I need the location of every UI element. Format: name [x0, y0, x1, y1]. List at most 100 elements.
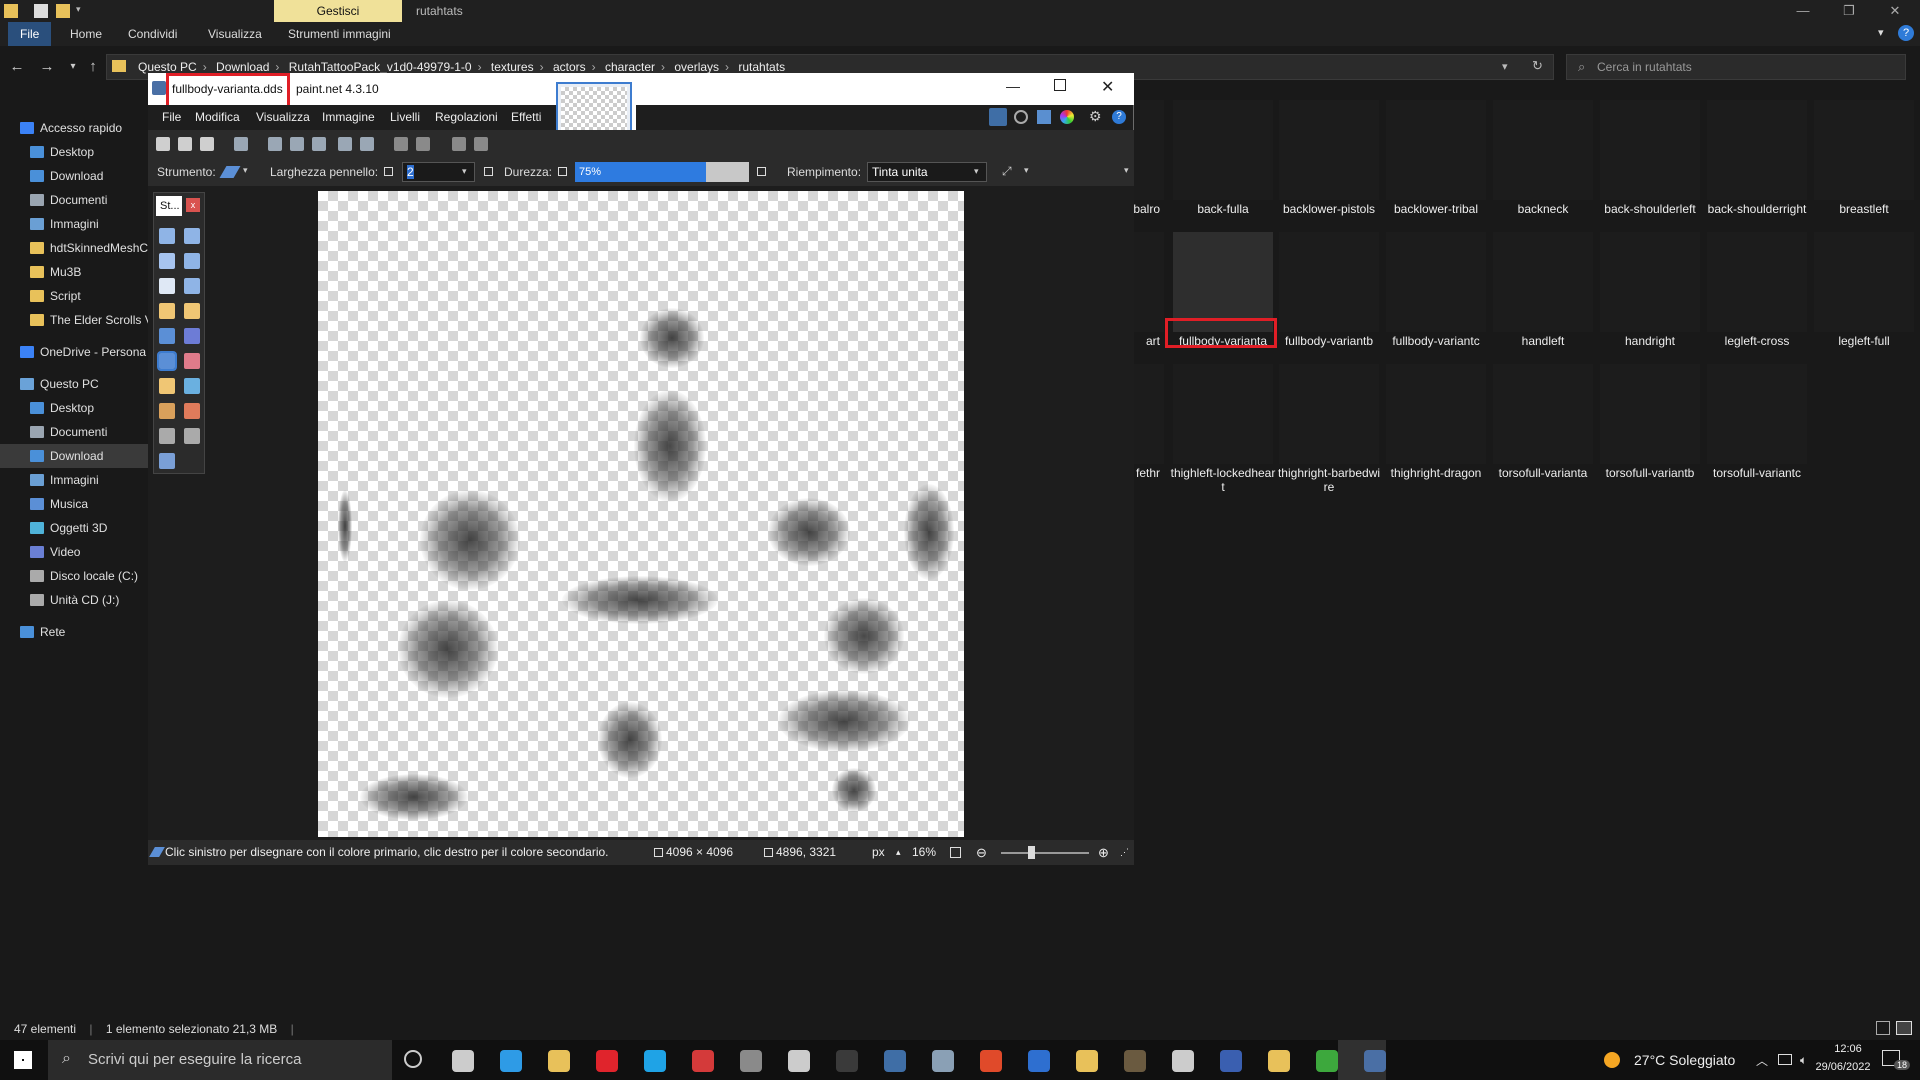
tools-window-icon[interactable] — [989, 108, 1007, 126]
toolbar-overflow-icon[interactable]: ▾ — [1124, 165, 1129, 176]
minimize-icon[interactable]: — — [1780, 0, 1826, 22]
tab-visualizza[interactable]: Visualizza — [198, 22, 272, 46]
sidebar-item-script[interactable]: Script — [0, 284, 150, 308]
zoom-slider[interactable] — [1001, 852, 1089, 854]
menu-file[interactable]: File — [162, 105, 181, 130]
new-image-icon[interactable] — [156, 137, 170, 151]
menu-regolazioni[interactable]: Regolazioni — [435, 105, 498, 130]
widgets-icon[interactable] — [452, 1050, 474, 1072]
help-icon[interactable]: ? — [1112, 110, 1126, 124]
zoom-icon[interactable] — [184, 278, 200, 294]
up-arrow-icon[interactable]: ↑ — [82, 56, 104, 78]
breadcrumb-item[interactable]: rutahtats — [738, 60, 785, 74]
fill-select[interactable]: Tinta unita — [867, 162, 987, 182]
menu-modifica[interactable]: Modifica — [195, 105, 240, 130]
move-selected-icon[interactable] — [184, 253, 200, 269]
zoom-slider-thumb[interactable] — [1028, 846, 1035, 859]
layers-icon[interactable] — [1037, 110, 1051, 124]
weather-text[interactable]: 27°C Soleggiato — [1634, 1050, 1735, 1070]
paste-icon[interactable] — [312, 137, 326, 151]
new-folder-icon[interactable] — [56, 4, 70, 18]
sidebar-item-unit-cd-j-[interactable]: Unità CD (J:) — [0, 588, 150, 612]
menu-visualizza[interactable]: Visualizza — [256, 105, 310, 130]
clock-time[interactable]: 12:06 — [1818, 1043, 1878, 1055]
settings-gear-icon[interactable]: ⚙ — [1089, 108, 1102, 125]
sidebar-item-questo-pc[interactable]: Questo PC — [0, 372, 150, 396]
restore-icon[interactable]: ❐ — [1826, 0, 1872, 22]
tab-strumenti-immagini[interactable]: Strumenti immagini — [278, 22, 401, 46]
sidebar-item-mu3b[interactable]: Mu3B — [0, 260, 150, 284]
file-item[interactable]: handright — [1597, 232, 1703, 360]
sidebar-item-onedrive-persona[interactable]: OneDrive - Persona — [0, 340, 150, 364]
cut-icon[interactable] — [268, 137, 282, 151]
help-icon[interactable]: ? — [1898, 25, 1914, 41]
sidebar-item-hdtskinnedmeshc[interactable]: hdtSkinnedMeshC — [0, 236, 150, 260]
sidebar-item-immagini[interactable]: Immagini — [0, 212, 150, 236]
rulers-icon[interactable] — [474, 137, 488, 151]
forward-arrow-icon[interactable]: → — [36, 56, 58, 78]
app-icon[interactable] — [884, 1050, 906, 1072]
menu-livelli[interactable]: Livelli — [390, 105, 420, 130]
close-icon[interactable]: ✕ — [1101, 77, 1114, 97]
opera-icon[interactable] — [596, 1050, 618, 1072]
file-item[interactable]: back-fulla — [1170, 100, 1276, 228]
lasso-select-icon[interactable] — [159, 253, 175, 269]
ellipse-select-icon[interactable] — [159, 278, 175, 294]
brush-width-dropdown-icon[interactable]: ▾ — [462, 166, 467, 177]
file-item[interactable]: balro — [1130, 100, 1164, 228]
clock-date[interactable]: 29/06/2022 — [1798, 1061, 1888, 1073]
recolor-icon[interactable] — [184, 403, 200, 419]
app-icon[interactable] — [1124, 1050, 1146, 1072]
sidebar-item-documenti[interactable]: Documenti — [0, 420, 150, 444]
rectangle-select-icon[interactable] — [159, 228, 175, 244]
tab-home[interactable]: Home — [60, 22, 112, 46]
file-item[interactable]: backlower-tribal — [1383, 100, 1489, 228]
sidebar-item-download[interactable]: Download — [0, 444, 150, 468]
tool-dropdown-icon[interactable]: ▾ — [243, 165, 248, 176]
file-item[interactable]: legleft-cross — [1704, 232, 1810, 360]
task-view-icon[interactable] — [404, 1050, 422, 1068]
properties-icon[interactable] — [34, 4, 48, 18]
clone-stamp-icon[interactable] — [159, 403, 175, 419]
file-item[interactable]: fethr — [1130, 364, 1164, 492]
hardness-decrease-icon[interactable] — [558, 167, 567, 176]
app-icon[interactable] — [1028, 1050, 1050, 1072]
taskbar-search-box[interactable]: Scrivi qui per eseguire la ricerca — [48, 1040, 392, 1080]
app-icon[interactable] — [1172, 1050, 1194, 1072]
settings-app-icon[interactable] — [692, 1050, 714, 1072]
weather-sun-icon[interactable] — [1604, 1052, 1620, 1068]
fill-dropdown-icon[interactable]: ▾ — [974, 166, 979, 177]
sidebar-item-musica[interactable]: Musica — [0, 492, 150, 516]
sidebar-item-desktop[interactable]: Desktop — [0, 396, 150, 420]
ribbon-context-tab-gestisci[interactable]: Gestisci — [274, 0, 402, 22]
quick-access-dropdown-icon[interactable]: ▾ — [76, 4, 86, 18]
tab-condividi[interactable]: Condividi — [118, 22, 187, 46]
resize-grip-icon[interactable]: ⋰ — [1120, 840, 1129, 865]
file-item[interactable]: fullbody-variantb — [1276, 232, 1382, 360]
close-icon[interactable]: ✕ — [1872, 0, 1918, 22]
breadcrumb-item[interactable]: overlays — [674, 60, 719, 74]
details-view-icon[interactable] — [1876, 1021, 1890, 1035]
magic-wand-icon[interactable] — [159, 303, 175, 319]
sidebar-item-desktop[interactable]: Desktop — [0, 140, 150, 164]
unit-select[interactable]: px — [872, 840, 885, 865]
file-item[interactable]: fullbody-variantc — [1383, 232, 1489, 360]
file-item[interactable]: legleft-full — [1811, 232, 1917, 360]
maximize-icon[interactable] — [1054, 79, 1066, 91]
app-icon[interactable] — [1076, 1050, 1098, 1072]
tab-file[interactable]: File — [8, 22, 52, 46]
text-icon[interactable] — [159, 428, 175, 444]
app-icon[interactable] — [788, 1050, 810, 1072]
file-item[interactable]: torsofull-variantb — [1597, 364, 1703, 492]
gradient-icon[interactable] — [184, 328, 200, 344]
sidebar-item-download[interactable]: Download — [0, 164, 150, 188]
app-icon[interactable] — [836, 1050, 858, 1072]
sidebar-item-disco-locale-c-[interactable]: Disco locale (C:) — [0, 564, 150, 588]
print-icon[interactable] — [234, 137, 248, 151]
pencil-icon[interactable] — [159, 378, 175, 394]
copy-icon[interactable] — [290, 137, 304, 151]
breadcrumb-item[interactable]: character — [605, 60, 655, 74]
file-item[interactable]: backlower-pistols — [1276, 100, 1382, 228]
antialiasing-icon[interactable]: ⤢ — [1002, 164, 1012, 179]
file-item[interactable]: breastleft — [1811, 100, 1917, 228]
